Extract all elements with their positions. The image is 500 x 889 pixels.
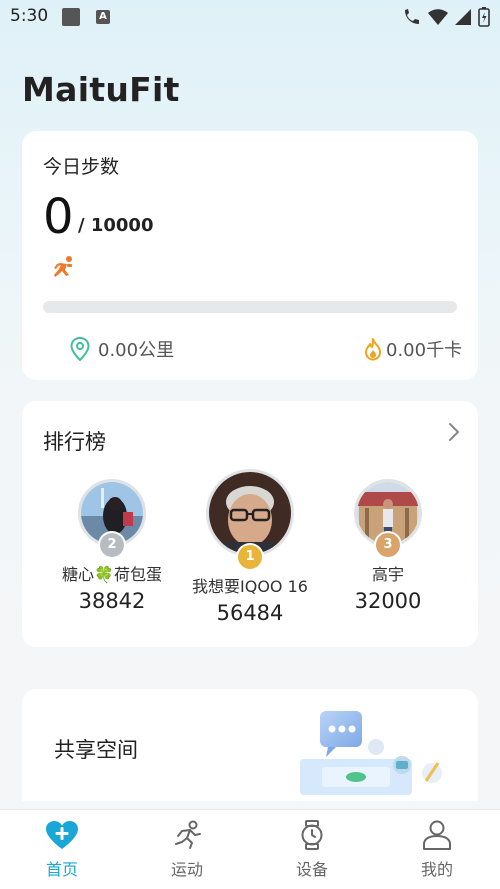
rank-medal: 3 (376, 533, 400, 557)
share-space-card[interactable]: 共享空间 (22, 689, 478, 801)
rank-number: 3 (383, 537, 393, 552)
runner-icon (175, 820, 201, 849)
rank-medal: 1 (238, 545, 262, 569)
battery-icon (478, 7, 490, 27)
location-pin-icon (70, 337, 90, 361)
status-time: 5:30 (10, 6, 49, 26)
tab-label: 设备 (295, 860, 328, 879)
distance-stat: 0.00公里 (70, 336, 174, 362)
status-bar: 5:30 A (0, 0, 500, 34)
leaderboard-name: 高宇 (371, 565, 404, 584)
steps-count: 0 (43, 189, 74, 245)
leaderboard-entry-rank-1[interactable]: 1 我想要IQOO 16 56484 (180, 469, 320, 625)
heart-plus-icon (46, 821, 78, 849)
app-title: MaituFit (22, 70, 180, 109)
tab-label: 首页 (45, 860, 78, 879)
tab-label: 我的 (420, 860, 453, 879)
leaderboard-steps: 32000 (354, 589, 422, 613)
profile-icon (423, 820, 451, 850)
share-space-illustration (300, 711, 442, 795)
leaderboard-title: 排行榜 (43, 430, 106, 454)
steps-progress-bar (43, 301, 457, 313)
watch-icon (301, 820, 323, 850)
calories-stat: 0.00千卡 (362, 336, 462, 362)
steps-card[interactable]: 今日步数 0 / 10000 0.00公里 0.00千卡 (22, 131, 478, 380)
bottom-tab-bar: 首页 运动 设备 我的 (0, 809, 500, 889)
call-wifi-icon (405, 9, 419, 24)
distance-value: 0.00公里 (98, 340, 175, 361)
notification-square-icon (62, 8, 80, 26)
chevron-right-icon[interactable] (446, 421, 462, 443)
leaderboard-steps: 38842 (78, 589, 146, 613)
leaderboard-steps: 56484 (216, 601, 284, 625)
steps-goal: / 10000 (78, 215, 154, 236)
tab-home[interactable]: 首页 (17, 820, 107, 880)
leaderboard-name: 我想要IQOO 16 (192, 577, 308, 596)
rank-number: 2 (107, 537, 117, 552)
tab-devices[interactable]: 设备 (267, 820, 357, 880)
leaderboard-card[interactable]: 排行榜 2 糖心🍀荷包蛋 38842 1 我想要IQOO 16 56484 3 … (22, 401, 478, 647)
rank-medal: 2 (100, 533, 124, 557)
share-space-title: 共享空间 (54, 738, 138, 762)
tab-profile[interactable]: 我的 (392, 820, 482, 880)
notification-a-icon: A (96, 10, 110, 24)
calories-value: 0.00千卡 (386, 340, 463, 361)
steps-label: 今日步数 (43, 156, 120, 178)
tab-exercise[interactable]: 运动 (142, 820, 232, 880)
flame-icon (365, 338, 381, 361)
signal-icon (455, 9, 471, 25)
status-icons (402, 7, 490, 27)
leaderboard-entry-rank-2[interactable]: 2 糖心🍀荷包蛋 38842 (42, 469, 182, 613)
leaderboard-entry-rank-3[interactable]: 3 高宇 32000 (318, 469, 458, 613)
runner-icon (54, 256, 72, 277)
wifi-icon (428, 9, 448, 25)
avatar (206, 469, 294, 557)
rank-number: 1 (245, 549, 255, 564)
tab-label: 运动 (170, 860, 203, 879)
leaderboard-name: 糖心🍀荷包蛋 (62, 565, 162, 584)
